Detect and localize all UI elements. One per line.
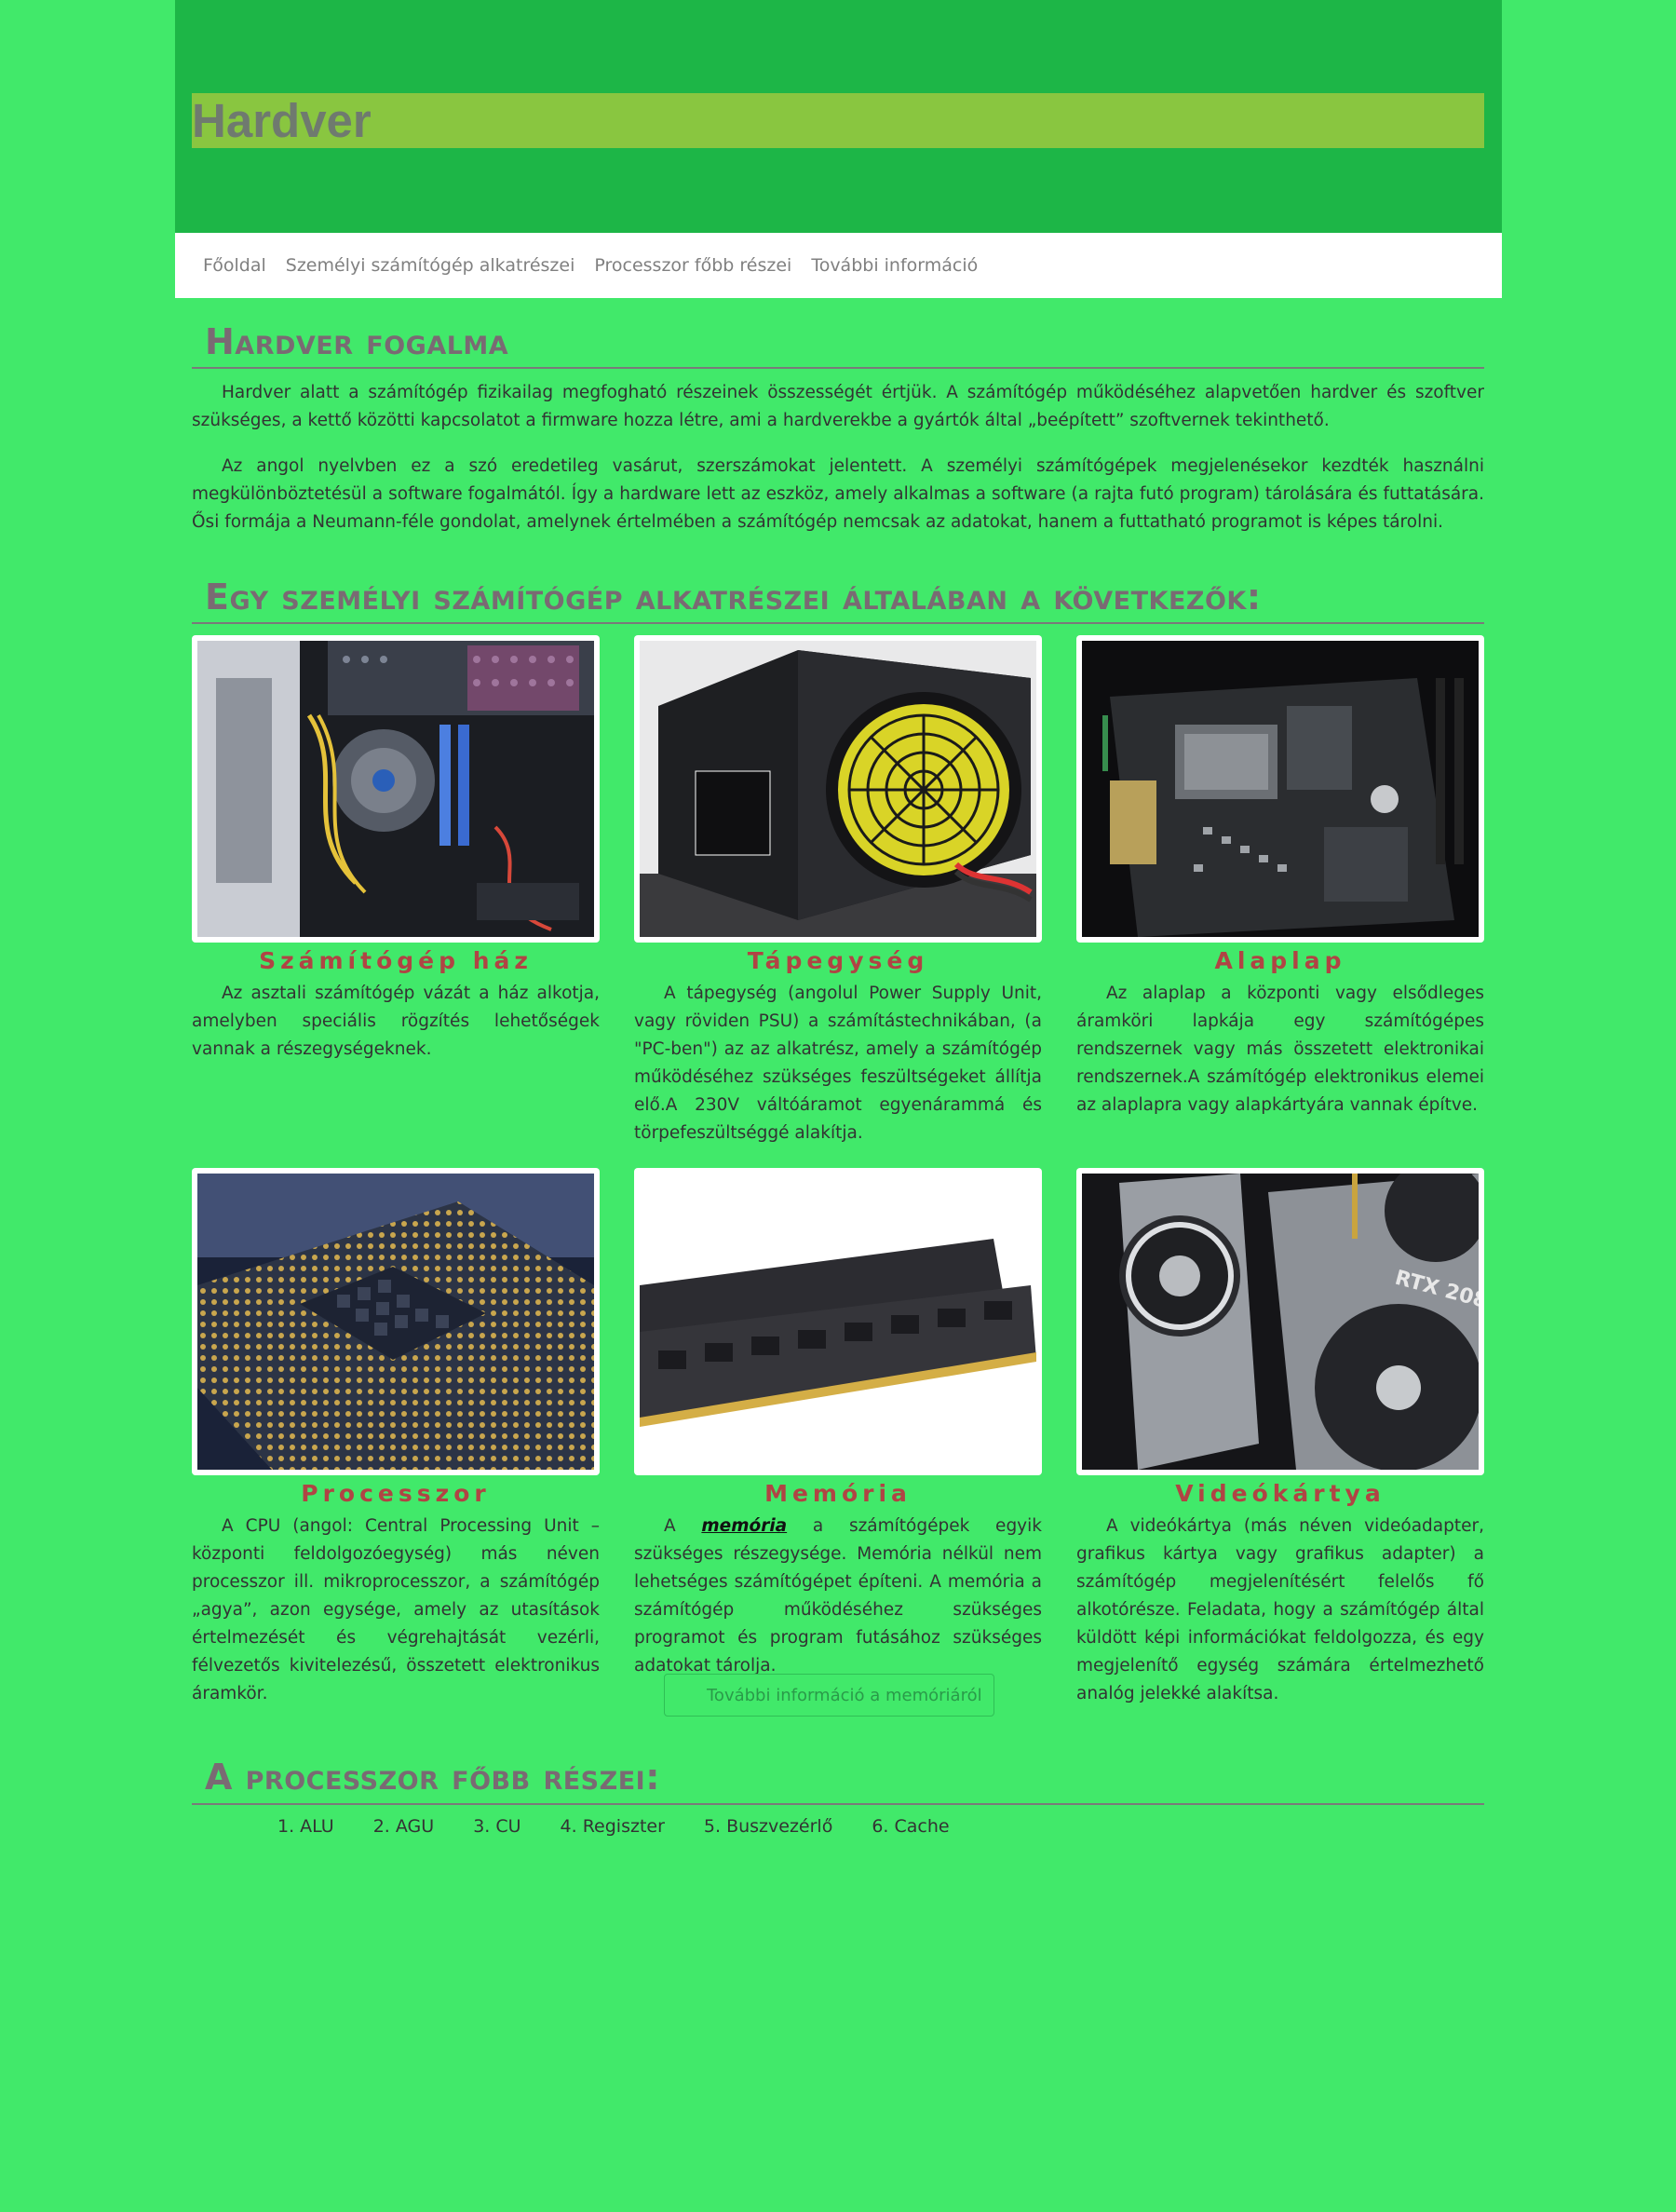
memoria-link[interactable]: memória: [701, 1516, 787, 1536]
component-card-tapegyseg: Tápegység A tápegység (angolul Power Sup…: [634, 635, 1042, 1147]
component-card-alaplap: Alaplap Az alaplap a központi vagy elsőd…: [1076, 635, 1484, 1120]
section-heading-hardver-fogalma: Hardver fogalma: [192, 315, 1484, 369]
title-bar: Hardver: [192, 93, 1484, 148]
card-title: Tápegység: [747, 947, 929, 974]
main-nav: Főoldal Személyi számítógép alkatrészei …: [175, 233, 1502, 298]
gpu-image: RTX 2080: [1082, 1174, 1479, 1470]
motherboard-photo: [1076, 635, 1484, 943]
power-supply-photo: [634, 635, 1042, 943]
section-heading-alkatreszek: Egy személyi számítógép alkatrészei álta…: [192, 570, 1484, 624]
list-item: 1. ALU: [277, 1816, 334, 1837]
card-title: Processzor: [301, 1480, 491, 1507]
ram-photo: [634, 1168, 1042, 1475]
list-item: 5. Buszvezérlő: [703, 1816, 833, 1837]
intro-paragraph-2: Az angol nyelvben ez a szó eredetileg va…: [192, 456, 1484, 532]
pc-case-photo: [192, 635, 600, 943]
nav-item-processzor[interactable]: Processzor főbb részei: [594, 255, 791, 276]
nav-item-tovabbi-informacio[interactable]: További információ: [811, 255, 978, 276]
component-card-videokartya: RTX 2080 Videókártya A videókártya (más …: [1076, 1168, 1484, 1708]
section-heading-processzor-reszei: A processzor főbb részei:: [192, 1749, 1484, 1805]
component-card-processzor: Processzor A CPU (angol: Central Process…: [192, 1168, 600, 1708]
card-text: A videókártya (más néven videóadapter, g…: [1076, 1516, 1484, 1703]
motherboard-image: [1082, 641, 1479, 937]
site-header: Hardver: [175, 0, 1502, 233]
card-text: A tápegység (angolul Power Supply Unit, …: [634, 984, 1042, 1143]
nav-item-alkatreszek[interactable]: Személyi számítógép alkatrészei: [286, 255, 575, 276]
list-item: 2. AGU: [372, 1816, 435, 1837]
card-title: Memória: [764, 1480, 912, 1507]
gpu-photo: RTX 2080: [1076, 1168, 1484, 1475]
card-title: Videókártya: [1175, 1480, 1385, 1507]
component-card-haz: Számítógép ház Az asztali számítógép váz…: [192, 635, 600, 1064]
list-item: 6. Cache: [872, 1816, 950, 1837]
card-text: A memória a számítógépek egyik szükséges…: [634, 1516, 1042, 1676]
processor-parts-list: 1. ALU 2. AGU 3. CU 4. Regiszter 5. Busz…: [277, 1816, 989, 1837]
power-supply-image: [640, 641, 1036, 937]
list-item: 3. CU: [473, 1816, 521, 1837]
ram-image: [640, 1174, 1036, 1470]
card-text: Az alaplap a központi vagy elsődleges ár…: [1076, 984, 1484, 1115]
card-text: Az asztali számítógép vázát a ház alkotj…: [192, 984, 600, 1059]
site-title: Hardver: [192, 94, 372, 147]
card-text: A CPU (angol: Central Processing Unit – …: [192, 1516, 600, 1703]
pc-case-image: [197, 641, 594, 937]
card-title: Számítógép ház: [259, 947, 533, 974]
cpu-image: [197, 1174, 594, 1470]
cpu-photo: [192, 1168, 600, 1475]
nav-item-fooldal[interactable]: Főoldal: [203, 255, 266, 276]
card-title: Alaplap: [1214, 947, 1346, 974]
page: Hardver Főoldal Személyi számítógép alka…: [0, 0, 1676, 2212]
list-item: 4. Regiszter: [560, 1816, 665, 1837]
more-info-memory-button[interactable]: További információ a memóriáról: [664, 1674, 994, 1717]
intro-paragraph-1: Hardver alatt a számítógép fizikailag me…: [192, 383, 1484, 430]
component-card-memoria: Memória A memória a számítógépek egyik s…: [634, 1168, 1042, 1680]
